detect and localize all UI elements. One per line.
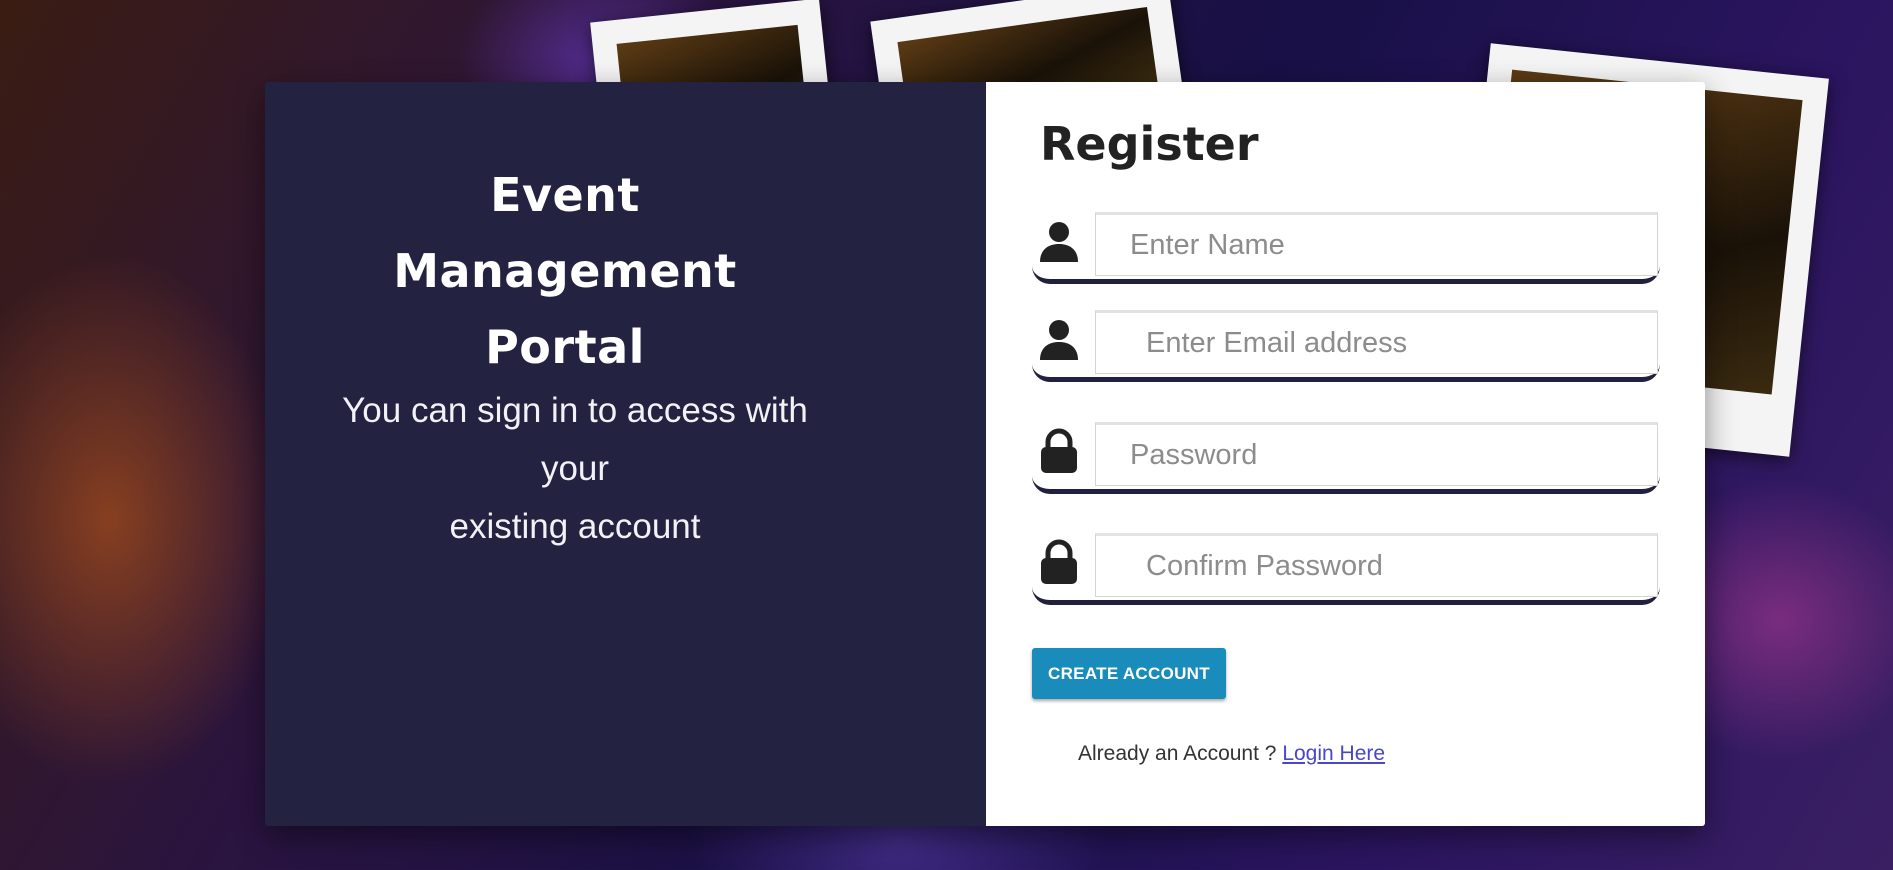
portal-subtitle-line1: You can sign in to access with your bbox=[342, 391, 808, 488]
user-icon bbox=[1040, 222, 1078, 262]
password-field-group bbox=[1032, 422, 1660, 494]
password-input[interactable] bbox=[1095, 422, 1658, 486]
portal-subtitle: You can sign in to access with your exis… bbox=[325, 382, 825, 556]
portal-title-line1: Event Management bbox=[393, 168, 737, 298]
register-panel: Register Enter Name Enter Email address … bbox=[986, 82, 1705, 826]
email-field-group bbox=[1032, 310, 1660, 382]
auth-card: Event Management Portal You can sign in … bbox=[265, 82, 1705, 826]
create-account-button[interactable]: CREATE ACCOUNT bbox=[1032, 648, 1226, 699]
login-prompt: Already an Account ? Login Here bbox=[1078, 742, 1385, 766]
name-input[interactable] bbox=[1095, 212, 1658, 276]
user-icon bbox=[1040, 320, 1078, 360]
email-input[interactable] bbox=[1095, 310, 1658, 374]
lock-icon bbox=[1041, 428, 1077, 473]
register-title: Register bbox=[1040, 117, 1259, 171]
intro-panel: Event Management Portal You can sign in … bbox=[265, 82, 986, 826]
portal-subtitle-line2: existing account bbox=[449, 507, 701, 546]
name-field-group bbox=[1032, 212, 1660, 284]
portal-title: Event Management Portal bbox=[335, 157, 795, 385]
portal-title-line2: Portal bbox=[485, 320, 645, 374]
confirm-password-input[interactable] bbox=[1095, 533, 1658, 597]
lock-icon bbox=[1041, 539, 1077, 584]
login-link[interactable]: Login Here bbox=[1282, 742, 1385, 765]
confirm-password-field-group bbox=[1032, 533, 1660, 605]
already-account-text: Already an Account ? bbox=[1078, 742, 1277, 765]
